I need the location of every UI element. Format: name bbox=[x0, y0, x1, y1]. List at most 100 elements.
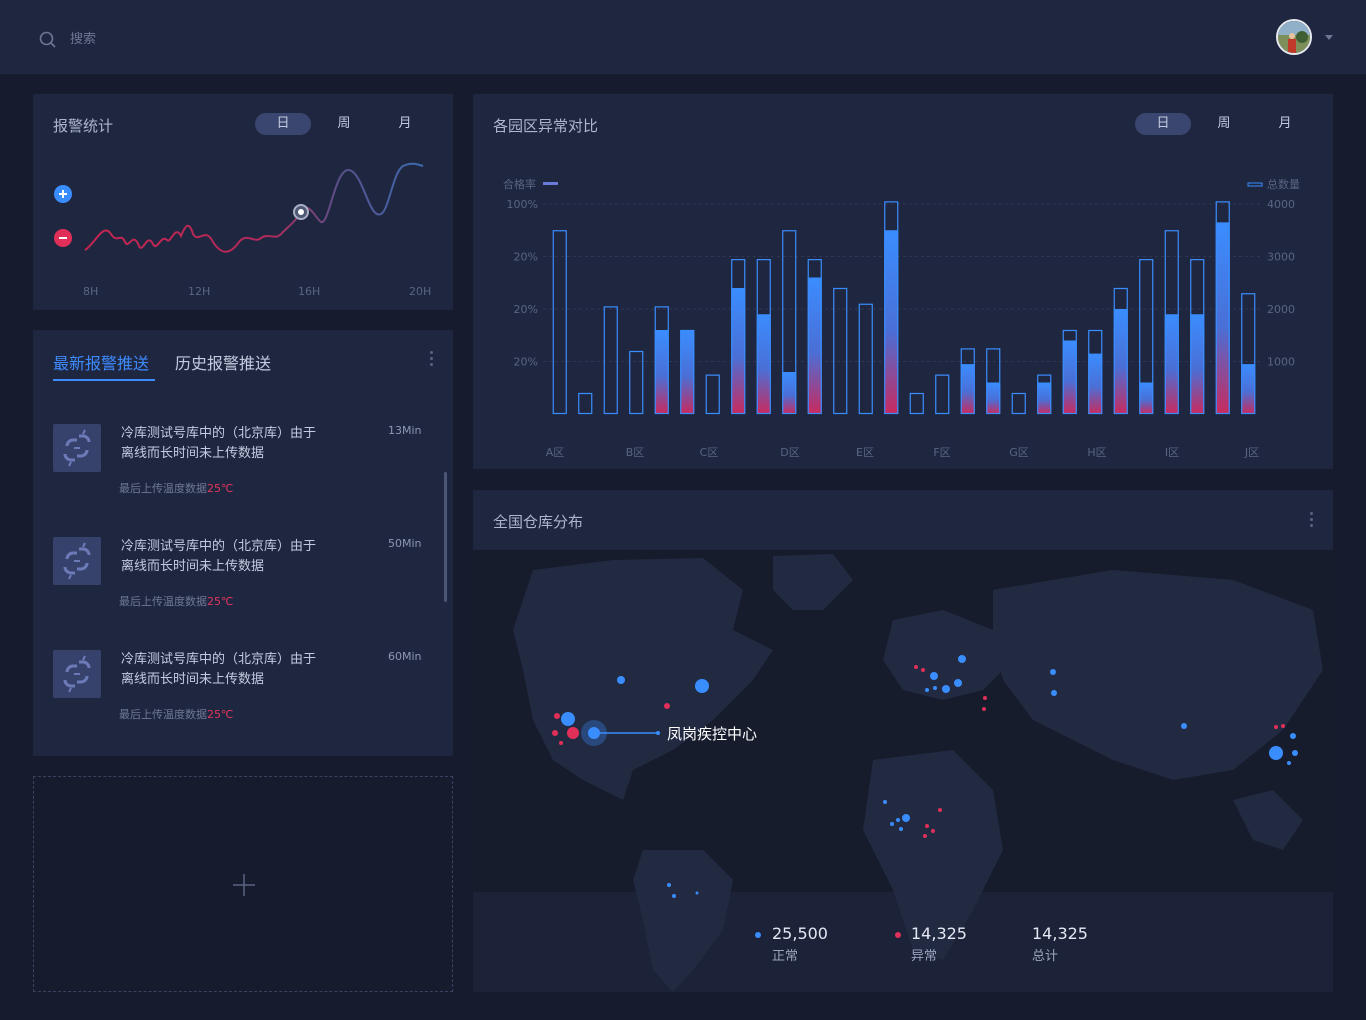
normal-dot bbox=[755, 932, 761, 938]
category-label: E区 bbox=[856, 446, 874, 459]
category-label: A区 bbox=[546, 446, 565, 459]
x-tick-8h: 8H bbox=[83, 285, 99, 298]
bar-outline bbox=[833, 287, 848, 415]
stat-value: 14,325 bbox=[1032, 924, 1088, 943]
bar-fill bbox=[731, 288, 746, 414]
world-map bbox=[473, 550, 1333, 992]
alarm-temp: 25℃ bbox=[207, 482, 234, 495]
broken-link-icon bbox=[53, 424, 101, 472]
category-label: B区 bbox=[626, 446, 645, 459]
bar-fill bbox=[1088, 353, 1103, 414]
list-scrollbar[interactable] bbox=[444, 472, 447, 602]
left-axis-label: 合格率 bbox=[503, 177, 536, 191]
bar-outline bbox=[909, 392, 924, 415]
category-label: H区 bbox=[1087, 446, 1106, 459]
bar-outline bbox=[1011, 392, 1026, 415]
alarm-temp: 25℃ bbox=[207, 595, 234, 608]
stat-value: 25,500 bbox=[772, 924, 828, 943]
left-tick-label: 20% bbox=[514, 303, 538, 316]
bar-fill bbox=[1241, 364, 1256, 414]
alarm-line2: 离线而长时间未上传数据 bbox=[121, 559, 265, 574]
bar-fill bbox=[1164, 314, 1179, 414]
bar-fill bbox=[1062, 340, 1077, 414]
bar-fill bbox=[960, 364, 975, 414]
alarm-time: 13Min bbox=[388, 424, 422, 437]
alarm-meta: 最后上传温度数据25℃ bbox=[119, 708, 234, 721]
panel-title: 全国仓库分布 bbox=[493, 513, 584, 531]
plus-icon[interactable] bbox=[232, 873, 256, 897]
stat-total: 14,325 总计 bbox=[1032, 924, 1088, 964]
tab-underline bbox=[53, 379, 155, 381]
bar-fill bbox=[1113, 309, 1128, 414]
tab-latest-alarms[interactable]: 最新报警推送 bbox=[53, 350, 149, 374]
bar-outline bbox=[935, 374, 950, 415]
stat-abnormal: 14,325 异常 bbox=[911, 924, 967, 964]
category-label: J区 bbox=[1244, 446, 1259, 459]
bar-fill bbox=[1037, 382, 1052, 414]
bar-outline bbox=[705, 374, 720, 415]
avatar[interactable] bbox=[1276, 19, 1312, 55]
tab-history-alarms[interactable]: 历史报警推送 bbox=[175, 350, 271, 374]
list-item[interactable]: 冷库测试号库中的（北京库）由于 离线而长时间未上传数据 13Min 最后上传温度… bbox=[33, 424, 453, 524]
list-item[interactable]: 冷库测试号库中的（北京库）由于 离线而长时间未上传数据 50Min 最后上传温度… bbox=[33, 537, 453, 637]
left-tick-label: 20% bbox=[514, 251, 538, 264]
top-bar bbox=[0, 0, 1366, 74]
bar-fill bbox=[1190, 314, 1205, 414]
alarm-line1: 冷库测试号库中的（北京库）由于 bbox=[121, 652, 317, 667]
alarm-line1: 冷库测试号库中的（北京库）由于 bbox=[121, 426, 317, 441]
x-tick-12h: 12H bbox=[188, 285, 211, 298]
alarm-line2: 离线而长时间未上传数据 bbox=[121, 446, 265, 461]
bar-fill bbox=[807, 277, 822, 414]
bar-fill bbox=[680, 330, 695, 414]
category-label: G区 bbox=[1009, 446, 1029, 459]
bar-fill bbox=[986, 382, 1001, 414]
bar-outline bbox=[603, 306, 618, 415]
stat-label: 正常 bbox=[772, 949, 799, 964]
alarm-meta: 最后上传温度数据25℃ bbox=[119, 482, 234, 495]
list-item[interactable]: 冷库测试号库中的（北京库）由于 离线而长时间未上传数据 60Min 最后上传温度… bbox=[33, 650, 453, 750]
right-tick-label: 4000 bbox=[1267, 198, 1295, 211]
more-menu-icon[interactable] bbox=[428, 351, 434, 369]
stat-label: 异常 bbox=[911, 949, 938, 964]
add-widget-panel[interactable] bbox=[33, 776, 453, 992]
left-legend-swatch bbox=[543, 182, 558, 185]
category-label: F区 bbox=[933, 446, 950, 459]
bar-fill bbox=[1139, 382, 1154, 414]
warehouse-map-panel: 全国仓库分布 凤岗疾控中心 25,500 正常 14,325 异常 14,325… bbox=[473, 490, 1333, 992]
alarm-time: 50Min bbox=[388, 537, 422, 550]
bar-outline bbox=[578, 392, 593, 415]
stat-normal: 25,500 正常 bbox=[772, 924, 828, 964]
broken-link-icon bbox=[53, 537, 101, 585]
search-input[interactable] bbox=[70, 27, 370, 51]
category-label: D区 bbox=[780, 446, 799, 459]
x-tick-20h: 20H bbox=[409, 285, 432, 298]
alarm-line2: 离线而长时间未上传数据 bbox=[121, 672, 265, 687]
highlight-location-label: 凤岗疾控中心 bbox=[667, 725, 758, 743]
stat-value: 14,325 bbox=[911, 924, 967, 943]
x-tick-16h: 16H bbox=[298, 285, 321, 298]
bar-outline bbox=[552, 230, 567, 415]
bar-fill bbox=[782, 372, 797, 414]
park-compare-panel: 各园区异常对比 日 周 月 合格率 总数量 100% 4000 20% 3000 20% 20… bbox=[473, 94, 1333, 469]
left-tick-label: 20% bbox=[514, 356, 538, 369]
left-tick-label: 100% bbox=[507, 198, 538, 211]
bar-outline bbox=[858, 303, 873, 415]
search-icon[interactable] bbox=[38, 30, 58, 50]
category-label: C区 bbox=[700, 446, 719, 459]
bar-fill bbox=[756, 314, 771, 414]
chevron-down-icon[interactable] bbox=[1324, 33, 1334, 41]
broken-link-icon bbox=[53, 650, 101, 698]
more-menu-icon[interactable] bbox=[1308, 512, 1314, 530]
alarm-time: 60Min bbox=[388, 650, 422, 663]
alarm-line1: 冷库测试号库中的（北京库）由于 bbox=[121, 539, 317, 554]
alarm-stats-panel: 报警统计 日 周 月 8H 12H 16H 20H bbox=[33, 94, 453, 310]
right-tick-label: 3000 bbox=[1267, 251, 1295, 264]
bar-fill bbox=[654, 330, 669, 414]
abnormal-dot bbox=[895, 932, 901, 938]
alarm-meta: 最后上传温度数据25℃ bbox=[119, 595, 234, 608]
right-axis-label: 总数量 bbox=[1267, 177, 1300, 191]
bar-fill bbox=[1215, 222, 1230, 414]
right-legend-swatch bbox=[1247, 182, 1263, 187]
stat-label: 总计 bbox=[1032, 949, 1059, 964]
right-tick-label: 2000 bbox=[1267, 303, 1295, 316]
